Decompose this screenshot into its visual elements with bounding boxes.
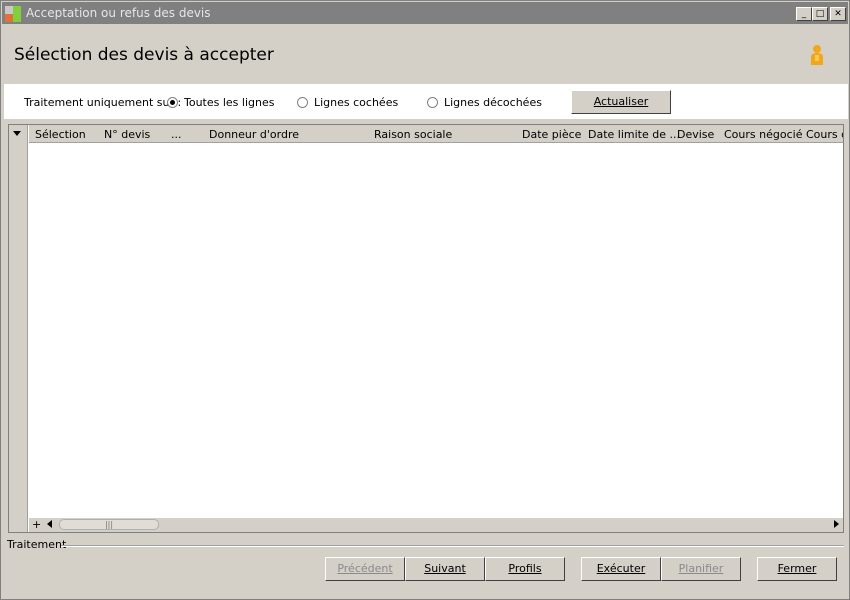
close-button-label: Fermer <box>777 562 817 575</box>
user-icon[interactable] <box>809 44 825 66</box>
filter-bar: Traitement uniquement sur : Toutes les l… <box>4 84 848 119</box>
refresh-button-label: Actualiser <box>593 95 649 108</box>
filter-label: Traitement uniquement sur : <box>24 96 182 109</box>
scroll-left-icon[interactable] <box>47 520 52 528</box>
refresh-button[interactable]: Actualiser <box>571 90 671 114</box>
column-header[interactable]: Date limite de ... <box>588 128 680 141</box>
column-header[interactable]: Cours négocié <box>724 128 802 141</box>
previous-button[interactable]: Précédent <box>325 557 405 581</box>
window-title: Acceptation ou refus des devis <box>26 6 211 20</box>
grid-row-header <box>9 125 28 532</box>
column-header[interactable]: Raison sociale <box>374 128 452 141</box>
column-header[interactable]: Donneur d'ordre <box>209 128 299 141</box>
scroll-thumb[interactable]: ||| <box>59 519 159 530</box>
column-header[interactable]: N° devis <box>104 128 150 141</box>
radio-label: Lignes cochées <box>314 96 399 109</box>
scroll-right-icon[interactable] <box>834 520 839 528</box>
column-header[interactable]: Cours d <box>806 128 843 141</box>
radio-checked-icon <box>167 97 178 108</box>
page-header: Sélection des devis à accepter <box>3 25 849 83</box>
next-button[interactable]: Suivant <box>405 557 485 581</box>
execute-button-label: Exécuter <box>596 562 646 575</box>
column-header[interactable]: Date pièce <box>522 128 581 141</box>
grid-header: Sélection N° devis ... Donneur d'ordre R… <box>29 125 843 143</box>
schedule-button[interactable]: Planifier <box>661 557 741 581</box>
add-icon[interactable]: + <box>32 518 41 532</box>
radio-label: Lignes décochées <box>444 96 542 109</box>
previous-button-label: Précédent <box>337 562 393 575</box>
close-icon[interactable]: ✕ <box>830 7 846 21</box>
divider <box>61 545 844 547</box>
radio-unchecked-lines[interactable]: Lignes décochées <box>427 96 542 109</box>
radio-unchecked-icon <box>427 97 438 108</box>
title-bar[interactable]: Acceptation ou refus des devis _ □ ✕ <box>2 2 848 24</box>
app-icon <box>5 6 21 22</box>
radio-all-lines[interactable]: Toutes les lignes <box>167 96 274 109</box>
close-button[interactable]: Fermer <box>757 557 837 581</box>
profiles-button[interactable]: Profils <box>485 557 565 581</box>
column-header[interactable]: Sélection <box>35 128 86 141</box>
page-title: Sélection des devis à accepter <box>14 45 274 65</box>
profiles-button-label: Profils <box>508 562 542 575</box>
schedule-button-label: Planifier <box>678 562 724 575</box>
horizontal-scrollbar[interactable]: + ||| <box>29 518 843 532</box>
execute-button[interactable]: Exécuter <box>581 557 661 581</box>
column-header[interactable]: ... <box>171 128 182 141</box>
maximize-icon[interactable]: □ <box>812 7 828 21</box>
minimize-icon[interactable]: _ <box>796 7 812 21</box>
dropdown-arrow-icon[interactable] <box>13 131 21 136</box>
main-window: Acceptation ou refus des devis _ □ ✕ Sél… <box>0 0 850 600</box>
radio-unchecked-icon <box>297 97 308 108</box>
column-header[interactable]: Devise <box>677 128 714 141</box>
radio-checked-lines[interactable]: Lignes cochées <box>297 96 398 109</box>
radio-label: Toutes les lignes <box>184 96 275 109</box>
next-button-label: Suivant <box>424 562 466 575</box>
quotes-grid[interactable]: Sélection N° devis ... Donneur d'ordre R… <box>8 124 844 533</box>
